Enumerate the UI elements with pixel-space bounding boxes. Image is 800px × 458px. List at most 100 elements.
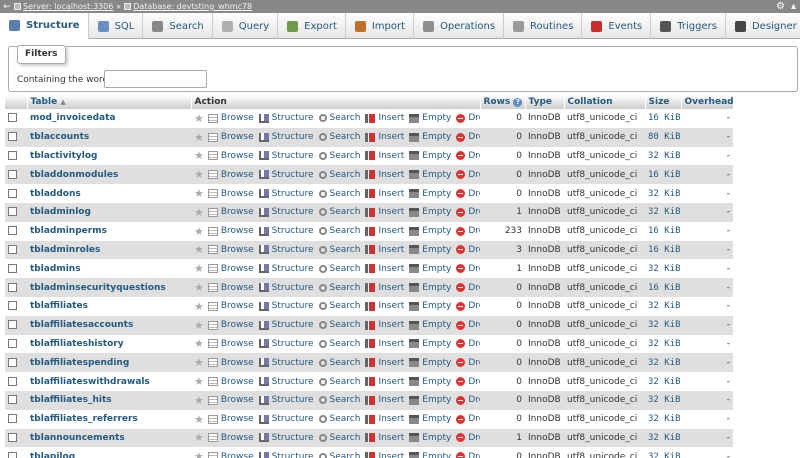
- action-drop[interactable]: Drop: [456, 358, 480, 368]
- tab-operations[interactable]: Operations: [414, 13, 505, 39]
- action-insert[interactable]: Insert: [365, 358, 404, 368]
- action-structure[interactable]: Structure: [258, 339, 314, 349]
- tab-query[interactable]: Query: [213, 13, 279, 39]
- action-browse[interactable]: Browse: [207, 207, 254, 217]
- table-name[interactable]: tblaffiliateswithdrawals: [27, 372, 191, 391]
- action-insert[interactable]: Insert: [365, 414, 404, 424]
- action-drop[interactable]: Drop: [456, 283, 480, 293]
- action-structure[interactable]: Structure: [258, 358, 314, 368]
- action-browse[interactable]: Browse: [207, 132, 254, 142]
- action-browse[interactable]: Browse: [207, 170, 254, 180]
- row-checkbox[interactable]: [8, 357, 17, 367]
- action-browse[interactable]: Browse: [207, 377, 254, 387]
- action-drop[interactable]: Drop: [456, 132, 480, 142]
- action-insert[interactable]: Insert: [365, 283, 404, 293]
- table-name[interactable]: tbladminlog: [27, 202, 191, 222]
- table-name[interactable]: tblaccounts: [27, 127, 191, 147]
- row-checkbox[interactable]: [8, 338, 17, 348]
- action-empty[interactable]: Empty: [409, 339, 451, 349]
- table-size[interactable]: 32 KiB: [645, 409, 681, 429]
- table-size[interactable]: 32 KiB: [645, 146, 681, 166]
- favorite-star-icon[interactable]: ★: [194, 375, 204, 388]
- table-size[interactable]: 32 KiB: [645, 447, 681, 458]
- action-empty[interactable]: Empty: [409, 414, 451, 424]
- table-size[interactable]: 16 KiB: [645, 278, 681, 297]
- action-structure[interactable]: Structure: [258, 151, 314, 161]
- table-size[interactable]: 16 KiB: [645, 240, 681, 260]
- table-size[interactable]: 32 KiB: [645, 353, 681, 373]
- action-empty[interactable]: Empty: [409, 151, 451, 161]
- favorite-star-icon[interactable]: ★: [194, 450, 204, 458]
- action-structure[interactable]: Structure: [258, 283, 314, 293]
- action-search[interactable]: Search: [318, 283, 360, 293]
- action-drop[interactable]: Drop: [456, 170, 480, 180]
- favorite-star-icon[interactable]: ★: [194, 112, 204, 125]
- action-empty[interactable]: Empty: [409, 170, 451, 180]
- table-name[interactable]: tblaffiliates: [27, 296, 191, 316]
- action-empty[interactable]: Empty: [409, 320, 451, 330]
- filter-input[interactable]: [104, 70, 207, 88]
- favorite-star-icon[interactable]: ★: [194, 206, 204, 219]
- favorite-star-icon[interactable]: ★: [194, 300, 204, 313]
- action-insert[interactable]: Insert: [365, 226, 404, 236]
- action-insert[interactable]: Insert: [365, 113, 404, 123]
- action-insert[interactable]: Insert: [365, 264, 404, 274]
- header-type[interactable]: Type: [525, 95, 565, 109]
- row-checkbox[interactable]: [8, 451, 17, 458]
- table-name[interactable]: tbladminperms: [27, 221, 191, 241]
- action-structure[interactable]: Structure: [258, 189, 314, 199]
- favorite-star-icon[interactable]: ★: [194, 131, 204, 144]
- action-browse[interactable]: Browse: [207, 433, 254, 443]
- action-insert[interactable]: Insert: [365, 132, 404, 142]
- table-name[interactable]: tblapilog: [27, 447, 191, 458]
- action-structure[interactable]: Structure: [258, 452, 314, 458]
- header-size[interactable]: Size: [645, 95, 682, 109]
- action-browse[interactable]: Browse: [207, 358, 254, 368]
- tab-designer[interactable]: Designer: [726, 13, 800, 39]
- tab-routines[interactable]: Routines: [504, 13, 583, 39]
- action-browse[interactable]: Browse: [207, 151, 254, 161]
- action-insert[interactable]: Insert: [365, 320, 404, 330]
- action-empty[interactable]: Empty: [409, 452, 451, 458]
- action-drop[interactable]: Drop: [456, 226, 480, 236]
- action-drop[interactable]: Drop: [456, 377, 480, 387]
- action-empty[interactable]: Empty: [409, 113, 451, 123]
- favorite-star-icon[interactable]: ★: [194, 413, 204, 426]
- tab-triggers[interactable]: Triggers: [651, 13, 726, 39]
- action-drop[interactable]: Drop: [456, 414, 480, 424]
- header-rows[interactable]: Rows ?: [480, 95, 526, 109]
- action-browse[interactable]: Browse: [207, 320, 254, 330]
- action-insert[interactable]: Insert: [365, 377, 404, 387]
- action-drop[interactable]: Drop: [456, 151, 480, 161]
- action-drop[interactable]: Drop: [456, 339, 480, 349]
- table-name[interactable]: tbladminroles: [27, 240, 191, 260]
- favorite-star-icon[interactable]: ★: [194, 168, 204, 181]
- action-structure[interactable]: Structure: [258, 377, 314, 387]
- breadcrumb-server[interactable]: Server: localhost:3306: [14, 2, 113, 11]
- action-structure[interactable]: Structure: [258, 414, 314, 424]
- action-drop[interactable]: Drop: [456, 320, 480, 330]
- action-search[interactable]: Search: [318, 189, 360, 199]
- action-structure[interactable]: Structure: [258, 320, 314, 330]
- table-size[interactable]: 32 KiB: [645, 296, 681, 316]
- table-name[interactable]: tbladdons: [27, 184, 191, 203]
- tab-import[interactable]: Import: [346, 13, 415, 39]
- table-size[interactable]: 32 KiB: [645, 428, 681, 448]
- favorite-star-icon[interactable]: ★: [194, 337, 204, 350]
- action-empty[interactable]: Empty: [409, 226, 451, 236]
- action-browse[interactable]: Browse: [207, 339, 254, 349]
- favorite-star-icon[interactable]: ★: [194, 243, 204, 256]
- action-search[interactable]: Search: [318, 226, 360, 236]
- action-insert[interactable]: Insert: [365, 395, 404, 405]
- row-checkbox[interactable]: [8, 226, 17, 236]
- favorite-star-icon[interactable]: ★: [194, 394, 204, 407]
- table-size[interactable]: 32 KiB: [645, 202, 681, 222]
- gear-icon[interactable]: ⚙: [776, 1, 785, 12]
- action-browse[interactable]: Browse: [207, 301, 254, 311]
- table-size[interactable]: 32 KiB: [645, 259, 681, 279]
- action-search[interactable]: Search: [318, 132, 360, 142]
- action-insert[interactable]: Insert: [365, 189, 404, 199]
- action-insert[interactable]: Insert: [365, 151, 404, 161]
- action-insert[interactable]: Insert: [365, 339, 404, 349]
- favorite-star-icon[interactable]: ★: [194, 225, 204, 238]
